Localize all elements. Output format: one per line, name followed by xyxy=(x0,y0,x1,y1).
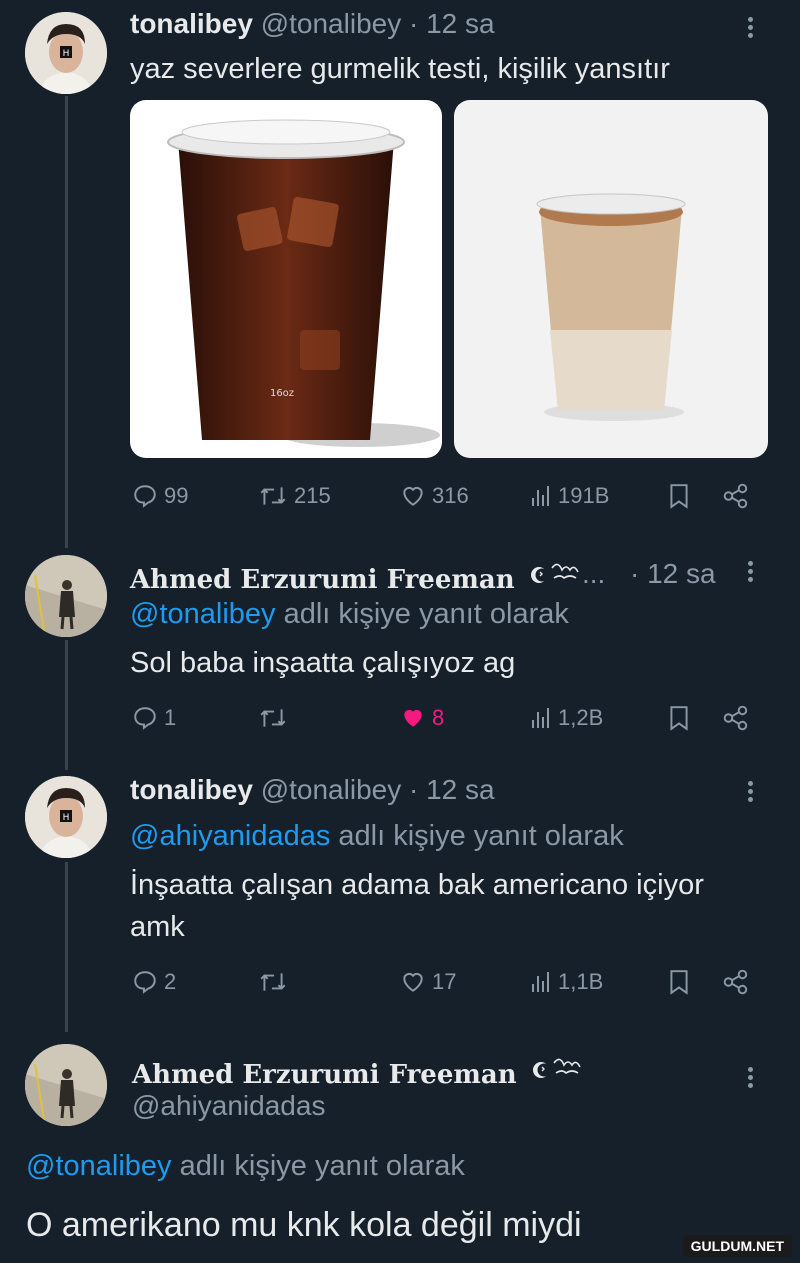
reply-icon xyxy=(134,971,156,994)
retweet-button[interactable]: 215 xyxy=(258,478,331,514)
avatar[interactable]: H xyxy=(25,776,107,858)
heart-icon xyxy=(403,972,423,992)
like-button[interactable]: 316 xyxy=(400,478,469,514)
thread-line xyxy=(65,640,68,770)
reply-context: @tonalibey adlı kişiye yanıt olarak xyxy=(26,1150,465,1182)
tweet-time[interactable]: · 12 sa xyxy=(409,774,495,805)
thread-line xyxy=(65,96,68,548)
watermark: GULDUM.NET xyxy=(682,1235,792,1257)
author-handle[interactable]: @tonalibey xyxy=(261,8,402,39)
tweet-actions: 99 215 316 191B xyxy=(128,478,758,514)
retweet-button[interactable] xyxy=(258,964,294,1000)
retweet-button[interactable] xyxy=(258,700,294,736)
reply-button[interactable]: 99 xyxy=(132,478,188,514)
tweet-text: O amerikano mu knk kola değil miydi xyxy=(26,1206,582,1244)
author-name[interactable]: tonalibey @tonalibey · 12 sa xyxy=(130,774,495,806)
crescent-badge-icon xyxy=(532,1053,584,1090)
share-icon xyxy=(723,705,748,731)
bookmark-icon xyxy=(670,970,688,995)
reply-context: @tonalibey adlı kişiye yanıt olarak xyxy=(130,598,569,630)
reply-button[interactable]: 2 xyxy=(132,964,176,1000)
avatar[interactable] xyxy=(25,1044,107,1126)
bookmark-button[interactable] xyxy=(668,700,690,736)
tweet-time[interactable]: · 12 sa xyxy=(409,8,495,39)
tweet-text: Sol baba inşaatta çalışıyoz ag xyxy=(130,647,516,679)
more-options-icon[interactable] xyxy=(740,14,760,44)
share-button[interactable] xyxy=(722,478,750,514)
views-icon xyxy=(532,972,549,992)
media-image-americano[interactable]: 16oz xyxy=(130,100,442,458)
share-icon xyxy=(723,969,748,995)
bookmark-button[interactable] xyxy=(668,964,690,1000)
avatar[interactable]: H xyxy=(25,12,107,94)
reply-mention-link[interactable]: @tonalibey xyxy=(130,598,276,630)
views-button[interactable]: 191B xyxy=(530,478,609,514)
tweet-actions: 1 8 1,2B xyxy=(128,700,758,736)
bookmark-icon xyxy=(670,484,688,509)
author-name[interactable]: tonalibey @tonalibey · 12 sa xyxy=(130,8,495,40)
reply-icon xyxy=(134,707,156,730)
reply-context: @ahiyanidadas adlı kişiye yanıt olarak xyxy=(130,820,624,852)
like-button[interactable]: 17 xyxy=(400,964,456,1000)
author-handle[interactable]: @tonalibey xyxy=(261,774,402,805)
bookmark-icon xyxy=(670,706,688,731)
views-icon xyxy=(532,708,549,728)
tweet-actions: 2 17 1,1B xyxy=(128,964,758,1000)
share-button[interactable] xyxy=(722,700,750,736)
heart-icon xyxy=(403,486,423,506)
author-name[interactable]: Ahmed Erzurumi Freeman xyxy=(132,1053,584,1090)
like-button[interactable]: 8 xyxy=(400,700,444,736)
svg-text:H: H xyxy=(63,49,70,59)
retweet-icon xyxy=(260,709,286,727)
tweet-time[interactable]: · 12 sa xyxy=(630,558,716,590)
views-button[interactable]: 1,2B xyxy=(530,700,603,736)
bookmark-button[interactable] xyxy=(668,478,690,514)
more-options-icon[interactable] xyxy=(740,558,760,588)
svg-text:H: H xyxy=(63,813,70,823)
more-options-icon[interactable] xyxy=(740,1064,760,1094)
views-icon xyxy=(532,486,549,506)
reply-mention-link[interactable]: @ahiyanidadas xyxy=(130,820,330,852)
share-button[interactable] xyxy=(722,964,750,1000)
heart-filled-icon xyxy=(404,709,422,727)
cup-label: 16oz xyxy=(270,388,294,399)
author-handle[interactable]: @ahiyanidadas xyxy=(132,1090,325,1122)
more-options-icon[interactable] xyxy=(740,778,760,808)
reply-mention-link[interactable]: @tonalibey xyxy=(26,1150,172,1182)
reply-icon xyxy=(134,485,156,508)
share-icon xyxy=(723,483,748,509)
crescent-badge-icon xyxy=(530,558,582,595)
avatar[interactable] xyxy=(25,555,107,637)
thread-line xyxy=(65,862,68,1032)
media-image-iced-latte[interactable] xyxy=(454,100,768,458)
views-button[interactable]: 1,1B xyxy=(530,964,603,1000)
tweet-text: İnşaatta çalışan adama bak americano içi… xyxy=(130,869,704,943)
tweet-text: yaz severlere gurmelik testi, kişilik ya… xyxy=(130,53,670,85)
reply-button[interactable]: 1 xyxy=(132,700,176,736)
name-ellipsis: ... xyxy=(582,558,606,589)
retweet-icon xyxy=(260,487,286,505)
retweet-icon xyxy=(260,973,286,991)
author-name[interactable]: Ahmed Erzurumi Freeman xyxy=(130,558,582,595)
